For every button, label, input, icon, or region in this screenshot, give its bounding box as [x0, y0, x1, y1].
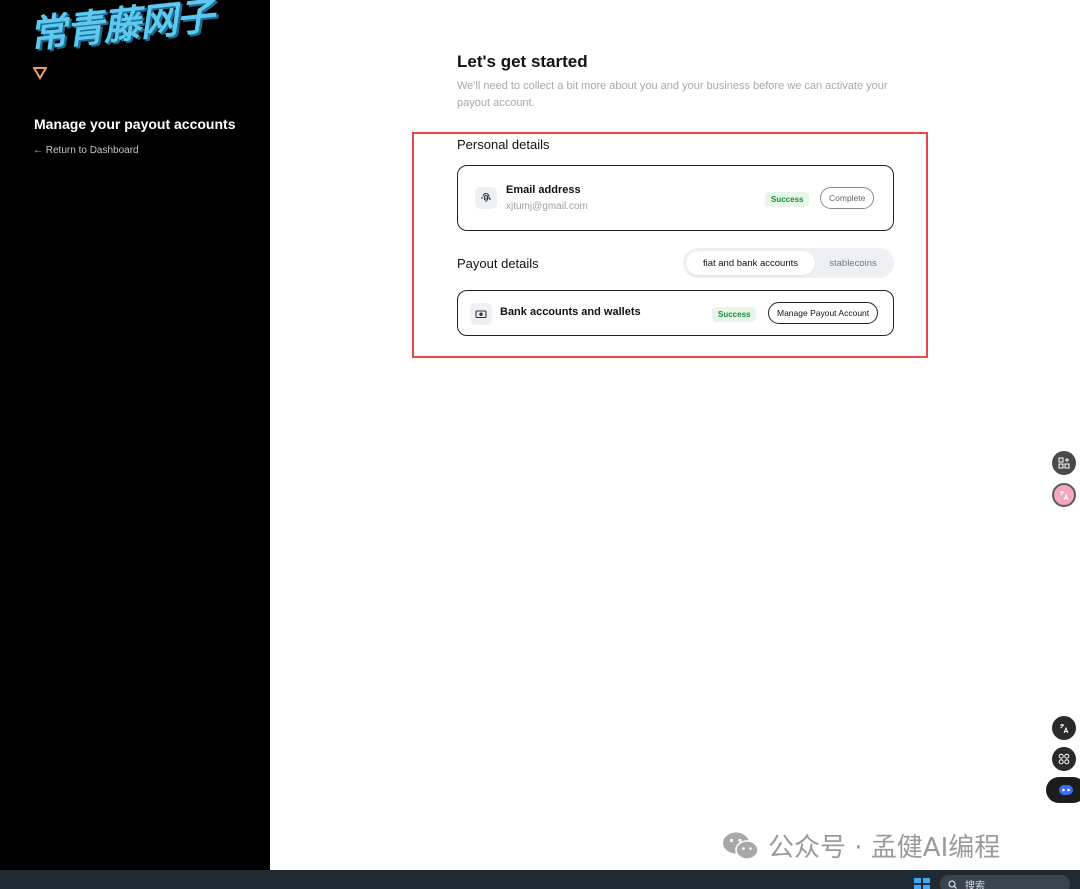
- page-subtitle: We'll need to collect a bit more about y…: [457, 80, 888, 109]
- sidebar: 常青藤网子 Manage your payout accounts ← Retu…: [0, 0, 270, 870]
- watermark-logo-text: 常青藤网子: [26, 0, 216, 57]
- payout-details-heading: Payout details: [457, 256, 539, 271]
- complete-button[interactable]: Complete: [820, 187, 875, 209]
- tab-stablecoins[interactable]: stablecoins: [815, 251, 891, 275]
- tab-fiat-and-bank-accounts[interactable]: fiat and bank accounts: [686, 251, 815, 275]
- bank-status-badge: Success: [712, 307, 757, 322]
- wallet-icon: [470, 303, 492, 325]
- email-address-card: Email address xjtumj@gmail.com Success C…: [457, 165, 894, 231]
- email-status-badge: Success: [765, 192, 810, 207]
- personal-details-heading: Personal details: [457, 137, 550, 152]
- payout-type-toggle: fiat and bank accounts stablecoins: [683, 248, 894, 278]
- wechat-icon: [723, 832, 759, 860]
- apps-add-icon[interactable]: [1052, 451, 1076, 475]
- fingerprint-icon: [475, 187, 497, 209]
- assistant-bot-icon[interactable]: [1046, 777, 1080, 803]
- sidebar-title: Manage your payout accounts: [34, 116, 236, 132]
- bank-accounts-label: Bank accounts and wallets: [500, 306, 641, 318]
- wechat-watermark-text: 公众号 · 孟健AI编程: [768, 833, 1001, 863]
- search-icon: [948, 879, 957, 889]
- wechat-watermark: 公众号 · 孟健AI编程: [722, 827, 1000, 864]
- taskbar-search[interactable]: 搜索: [940, 875, 1070, 889]
- translate-icon[interactable]: [1052, 483, 1076, 507]
- brand-logo-icon: [33, 67, 47, 80]
- email-address-value: xjtumj@gmail.com: [506, 201, 588, 212]
- return-to-dashboard-link[interactable]: ← Return to Dashboard: [33, 145, 139, 156]
- translate-icon[interactable]: [1052, 716, 1076, 740]
- taskbar: 搜索: [0, 870, 1080, 889]
- windows-start-icon[interactable]: [914, 878, 930, 889]
- grid-apps-icon[interactable]: [1052, 747, 1076, 771]
- page-title: Let's get started: [457, 52, 588, 71]
- bank-accounts-card: Bank accounts and wallets Success Manage…: [457, 290, 894, 336]
- email-address-label: Email address: [506, 184, 581, 196]
- taskbar-search-label: 搜索: [965, 880, 985, 889]
- manage-payout-account-button[interactable]: Manage Payout Account: [768, 302, 879, 324]
